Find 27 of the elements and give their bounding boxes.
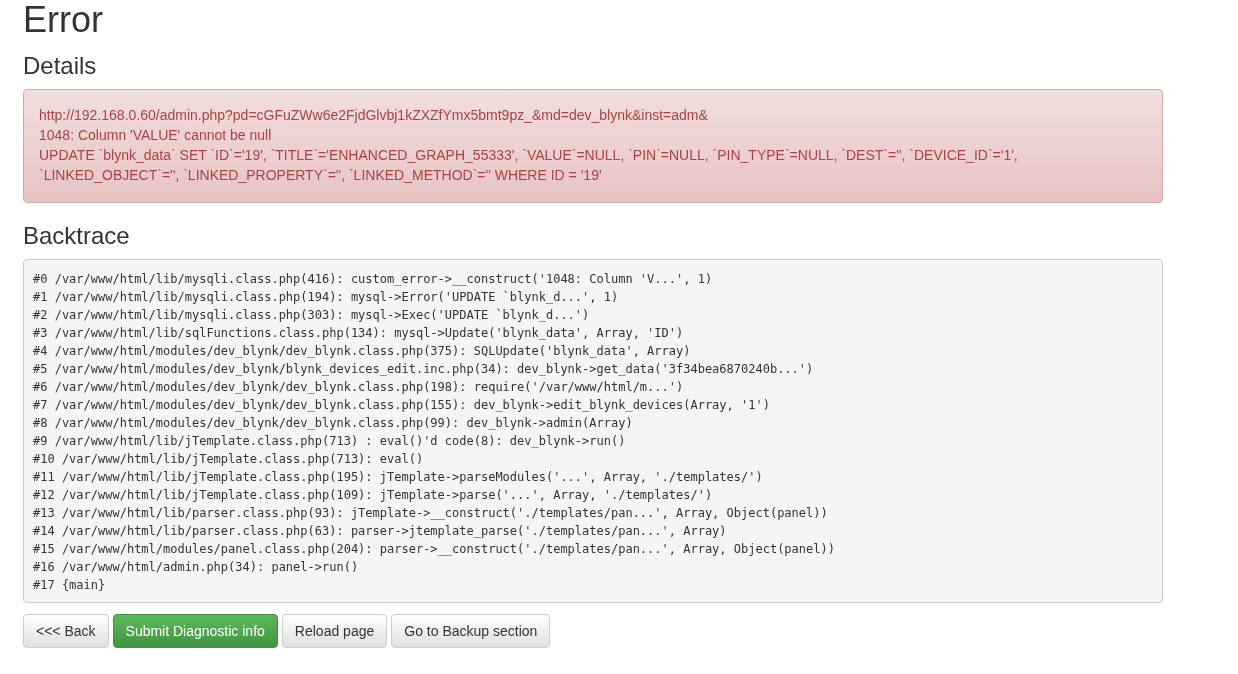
backtrace-line: #5 /var/www/html/modules/dev_blynk/blynk_devices_edit.inc.php(34): dev_blynk->get_data('3f34bea6870240b...') xyxy=(33,361,815,378)
action-button[interactable]: Reload page xyxy=(281,614,388,648)
backtrace-line: #11 /var/www/html/lib/jTemplate.class.php(195): jTemplate->parseModules('...', Array, './templates/') xyxy=(33,469,764,486)
backtrace-line: #17 {main} xyxy=(33,577,107,594)
backtrace-line: #7 /var/www/html/modules/dev_blynk/dev_blynk.class.php(155): dev_blynk->edit_blynk_devices(Array, '1') xyxy=(33,397,771,414)
error-text: UPDATE `blynk_data` SET `ID`='19', `TITLE`='ENHANCED_GRAPH_55333', `VALUE`=NULL, `PIN`=NULL, `PIN_TYPE`=NULL, `DEST`='', `DEVICE_ID`='1', `LINKED_OBJECT`='', `LINKED_PROPERTY`='', `LINKED_METHOD`='' WHERE ID = '19' xyxy=(39,146,1019,185)
backtrace-line: #2 /var/www/html/lib/mysqli.class.php(303): mysql->Exec('UPDATE `blynk_d...') xyxy=(33,307,591,324)
backtrace-line: #4 /var/www/html/modules/dev_blynk/dev_blynk.class.php(375): SQLUpdate('blynk_data', Array) xyxy=(33,343,692,360)
backtrace-line: #13 /var/www/html/lib/parser.class.php(93): jTemplate->__construct('./templates/pan...', Array, Object(panel)) xyxy=(33,505,829,522)
section-heading: Backtrace xyxy=(23,222,131,250)
backtrace-line: #0 /var/www/html/lib/mysqli.class.php(416): custom_error->__construct('1048: Column 'V...', 1) xyxy=(33,271,714,288)
backtrace-line: #3 /var/www/html/lib/sqlFunctions.class.php(134): mysql->Update('blynk_data', Array, 'ID') xyxy=(33,325,685,342)
page-title: Error xyxy=(23,0,104,40)
backtrace-line: #6 /var/www/html/modules/dev_blynk/dev_blynk.class.php(198): require('/var/www/html/m...') xyxy=(33,379,685,396)
backtrace-line: #9 /var/www/html/lib/jTemplate.class.php(713) : eval()'d code(8): dev_blynk->run() xyxy=(33,433,627,450)
backtrace-line: #10 /var/www/html/lib/jTemplate.class.php(713): eval() xyxy=(33,451,425,468)
backtrace-line: #15 /var/www/html/modules/panel.class.php(204): parser->__construct('./templates/pan...', Array, Object(panel)) xyxy=(33,541,836,558)
action-button[interactable]: <<< Back xyxy=(23,614,109,648)
backtrace-line: #14 /var/www/html/lib/parser.class.php(63): parser->jtemplate_parse('./templates/pan...', Array) xyxy=(33,523,728,540)
action-button[interactable]: Go to Backup section xyxy=(391,614,551,648)
backtrace-line: #16 /var/www/html/admin.php(34): panel->run() xyxy=(33,559,360,576)
error-text: 1048: Column 'VALUE' cannot be null xyxy=(39,126,273,145)
section-heading: Details xyxy=(23,52,98,80)
backtrace-line: #1 /var/www/html/lib/mysqli.class.php(194): mysql->Error('UPDATE `blynk_d...', 1) xyxy=(33,289,620,306)
backtrace-line: #8 /var/www/html/modules/dev_blynk/dev_blynk.class.php(99): dev_blynk->admin(Array) xyxy=(33,415,634,432)
error-text: http://192.168.0.60/admin.php?pd=cGFuZWw6e2FjdGlvbj1kZXZfYmx5bmt9pz_&md=dev_blynk&inst=adm& xyxy=(39,106,709,125)
backtrace-line: #12 /var/www/html/lib/jTemplate.class.php(109): jTemplate->parse('...', Array, './templates/') xyxy=(33,487,714,504)
